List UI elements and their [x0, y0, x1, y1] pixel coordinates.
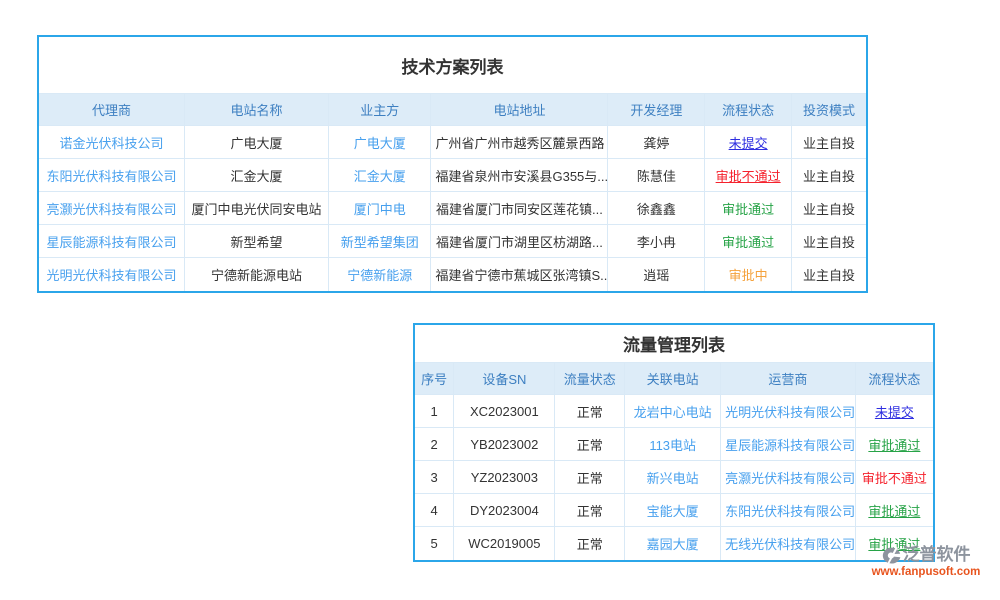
owner-link[interactable]: 新型希望集团	[341, 235, 419, 250]
flow-management-panel: 流量管理列表 序号 设备SN 流量状态 关联电站 运营商 流程状态 1 XC20…	[413, 323, 935, 562]
manager-cell: 逍瑶	[608, 258, 705, 291]
agent-link[interactable]: 光明光伏科技有限公司	[47, 268, 177, 283]
agent-link[interactable]: 东阳光伏科技有限公司	[47, 169, 177, 184]
owner-link[interactable]: 厦门中电	[354, 202, 406, 217]
status-link[interactable]: 未提交	[875, 405, 914, 420]
flow-management-title: 流量管理列表	[415, 325, 933, 362]
index-cell: 2	[415, 428, 454, 461]
flow-status-cell: 正常	[555, 527, 625, 560]
station-name-cell: 广电大厦	[185, 126, 329, 159]
table-row: 东阳光伏科技有限公司 汇金大厦 汇金大厦 福建省泉州市安溪县G355与... 陈…	[39, 159, 866, 192]
col-header-manager: 开发经理	[608, 94, 705, 126]
address-cell: 福建省厦门市湖里区枋湖路...	[431, 225, 608, 258]
station-name-cell: 汇金大厦	[185, 159, 329, 192]
status-link[interactable]: 审批不通过	[716, 169, 781, 184]
col-header-device-sn: 设备SN	[454, 363, 555, 395]
owner-link[interactable]: 宁德新能源	[347, 268, 412, 283]
col-header-station-name: 电站名称	[185, 94, 329, 126]
device-sn-cell: YZ2023003	[454, 461, 555, 494]
invest-mode-cell: 业主自投	[792, 126, 866, 159]
flow-status-cell: 正常	[555, 494, 625, 527]
linked-station-link[interactable]: 龙岩中心电站	[634, 405, 712, 420]
device-sn-cell: YB2023002	[454, 428, 555, 461]
linked-station-link[interactable]: 113电站	[649, 438, 696, 453]
index-cell: 4	[415, 494, 454, 527]
manager-cell: 李小冉	[608, 225, 705, 258]
device-sn-cell: DY2023004	[454, 494, 555, 527]
status-link[interactable]: 审批通过	[868, 438, 920, 453]
manager-cell: 龚婷	[608, 126, 705, 159]
col-header-agent: 代理商	[39, 94, 185, 126]
table-row: 3 YZ2023003 正常 新兴电站 亮灏光伏科技有限公司 审批不通过	[415, 461, 933, 494]
operator-link[interactable]: 星辰能源科技有限公司	[725, 438, 855, 453]
index-cell: 5	[415, 527, 454, 560]
tech-solution-title: 技术方案列表	[39, 37, 866, 93]
address-cell: 福建省宁德市蕉城区张湾镇S...	[431, 258, 608, 291]
address-cell: 福建省厦门市同安区莲花镇...	[431, 192, 608, 225]
agent-link[interactable]: 亮灏光伏科技有限公司	[47, 202, 177, 217]
agent-link[interactable]: 星辰能源科技有限公司	[47, 235, 177, 250]
table-row: 5 WC2019005 正常 嘉园大厦 无线光伏科技有限公司 审批通过	[415, 527, 933, 560]
table-row: 4 DY2023004 正常 宝能大厦 东阳光伏科技有限公司 审批通过	[415, 494, 933, 527]
table-row: 2 YB2023002 正常 113电站 星辰能源科技有限公司 审批通过	[415, 428, 933, 461]
address-cell: 福建省泉州市安溪县G355与...	[431, 159, 608, 192]
linked-station-link[interactable]: 宝能大厦	[647, 504, 699, 519]
col-header-invest-mode: 投资模式	[792, 94, 866, 126]
operator-link[interactable]: 光明光伏科技有限公司	[725, 405, 855, 420]
station-name-cell: 厦门中电光伏同安电站	[185, 192, 329, 225]
col-header-index: 序号	[415, 363, 454, 395]
linked-station-link[interactable]: 嘉园大厦	[647, 537, 699, 552]
flow-management-table: 序号 设备SN 流量状态 关联电站 运营商 流程状态 1 XC2023001 正…	[415, 362, 933, 560]
tech-solution-table: 代理商 电站名称 业主方 电站地址 开发经理 流程状态 投资模式 诺金光伏科技公…	[39, 93, 866, 291]
col-header-owner: 业主方	[328, 94, 431, 126]
watermark-brand-text: 泛普软件	[903, 546, 971, 565]
operator-link[interactable]: 亮灏光伏科技有限公司	[725, 471, 855, 486]
tech-header-row: 代理商 电站名称 业主方 电站地址 开发经理 流程状态 投资模式	[39, 94, 866, 126]
station-name-cell: 宁德新能源电站	[185, 258, 329, 291]
col-header-flow-status: 流量状态	[555, 363, 625, 395]
col-header-process-status: 流程状态	[855, 363, 933, 395]
invest-mode-cell: 业主自投	[792, 225, 866, 258]
flow-status-cell: 正常	[555, 428, 625, 461]
owner-link[interactable]: 广电大厦	[354, 136, 406, 151]
status-link[interactable]: 审批不通过	[862, 471, 927, 486]
linked-station-link[interactable]: 新兴电站	[647, 471, 699, 486]
index-cell: 3	[415, 461, 454, 494]
table-row: 诺金光伏科技公司 广电大厦 广电大厦 广州省广州市越秀区麓景西路 龚婷 未提交 …	[39, 126, 866, 159]
status-link[interactable]: 审批通过	[722, 235, 774, 250]
invest-mode-cell: 业主自投	[792, 159, 866, 192]
invest-mode-cell: 业主自投	[792, 258, 866, 291]
vendor-watermark: 泛普软件 www.fanpusoft.com	[858, 546, 994, 578]
status-link[interactable]: 审批通过	[868, 504, 920, 519]
invest-mode-cell: 业主自投	[792, 192, 866, 225]
device-sn-cell: XC2023001	[454, 395, 555, 428]
flow-status-cell: 正常	[555, 395, 625, 428]
address-cell: 广州省广州市越秀区麓景西路	[431, 126, 608, 159]
manager-cell: 陈慧佳	[608, 159, 705, 192]
col-header-linked-station: 关联电站	[625, 363, 721, 395]
status-link[interactable]: 审批中	[729, 268, 768, 283]
flow-status-cell: 正常	[555, 461, 625, 494]
owner-link[interactable]: 汇金大厦	[354, 169, 406, 184]
manager-cell: 徐鑫鑫	[608, 192, 705, 225]
tech-solution-panel: 技术方案列表 代理商 电站名称 业主方 电站地址 开发经理 流程状态 投资模式 …	[37, 35, 868, 293]
watermark-url: www.fanpusoft.com	[858, 566, 994, 579]
operator-link[interactable]: 无线光伏科技有限公司	[725, 537, 855, 552]
station-name-cell: 新型希望	[185, 225, 329, 258]
col-header-status: 流程状态	[705, 94, 792, 126]
table-row: 亮灏光伏科技有限公司 厦门中电光伏同安电站 厦门中电 福建省厦门市同安区莲花镇.…	[39, 192, 866, 225]
table-row: 光明光伏科技有限公司 宁德新能源电站 宁德新能源 福建省宁德市蕉城区张湾镇S..…	[39, 258, 866, 291]
flow-header-row: 序号 设备SN 流量状态 关联电站 运营商 流程状态	[415, 363, 933, 395]
status-link[interactable]: 未提交	[729, 136, 768, 151]
col-header-address: 电站地址	[431, 94, 608, 126]
table-row: 星辰能源科技有限公司 新型希望 新型希望集团 福建省厦门市湖里区枋湖路... 李…	[39, 225, 866, 258]
col-header-operator: 运营商	[721, 363, 856, 395]
operator-link[interactable]: 东阳光伏科技有限公司	[725, 504, 855, 519]
device-sn-cell: WC2019005	[454, 527, 555, 560]
agent-link[interactable]: 诺金光伏科技公司	[60, 136, 164, 151]
table-row: 1 XC2023001 正常 龙岩中心电站 光明光伏科技有限公司 未提交	[415, 395, 933, 428]
status-link[interactable]: 审批通过	[722, 202, 774, 217]
fanpu-logo-icon	[882, 547, 901, 564]
index-cell: 1	[415, 395, 454, 428]
